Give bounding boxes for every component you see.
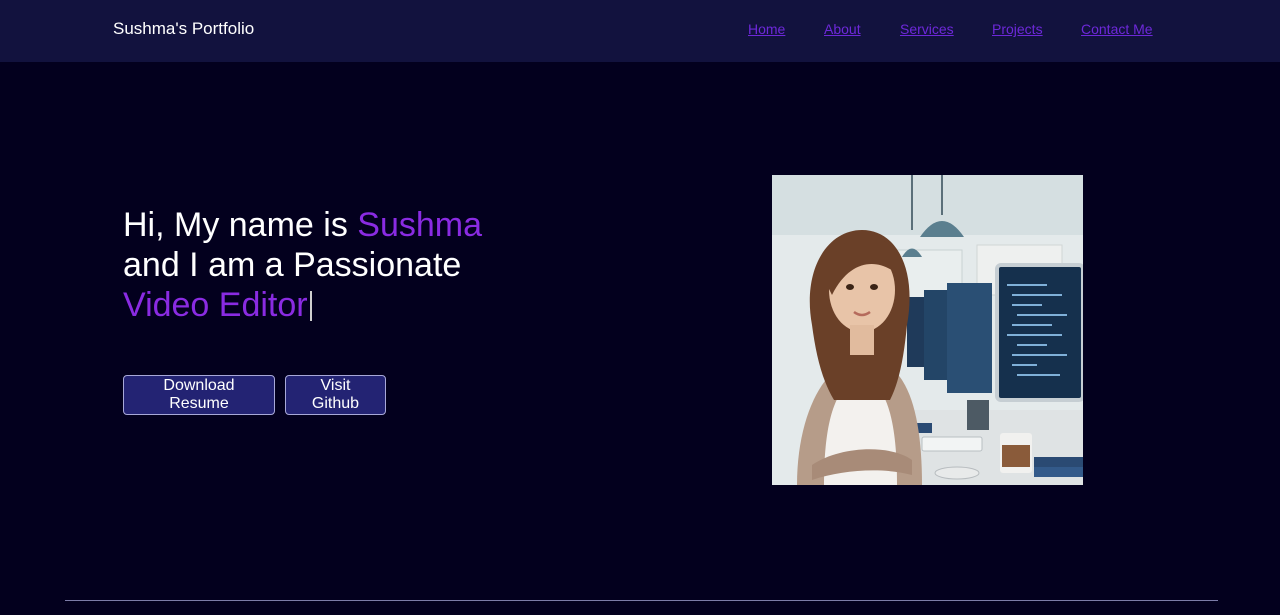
profile-photo-illustration <box>772 175 1083 485</box>
hero-line-2: and I am a Passionate <box>123 246 462 284</box>
hero-heading: Hi, My name is Sushma and I am a Passion… <box>123 205 482 325</box>
nav-link-services[interactable]: Services <box>900 21 954 37</box>
nav-links: Home About Services Projects Contact Me <box>0 21 1280 41</box>
hero-role: Video Editor <box>123 286 308 324</box>
download-resume-button[interactable]: Download Resume <box>123 375 275 415</box>
navbar: Sushma's Portfolio Home About Services P… <box>0 0 1280 62</box>
hero-line-1: Hi, My name is Sushma <box>123 205 482 245</box>
typing-cursor <box>309 291 312 321</box>
profile-photo <box>772 175 1083 485</box>
hero-greeting: Hi, My name is <box>123 206 358 244</box>
nav-link-contact[interactable]: Contact Me <box>1081 21 1153 37</box>
nav-link-home[interactable]: Home <box>748 21 785 37</box>
visit-github-button[interactable]: Visit Github <box>285 375 386 415</box>
hero-line-3: Video Editor <box>123 285 482 325</box>
hero-name: Sushma <box>357 206 482 244</box>
nav-link-projects[interactable]: Projects <box>992 21 1043 37</box>
nav-link-about[interactable]: About <box>824 21 861 37</box>
section-divider <box>65 600 1218 601</box>
